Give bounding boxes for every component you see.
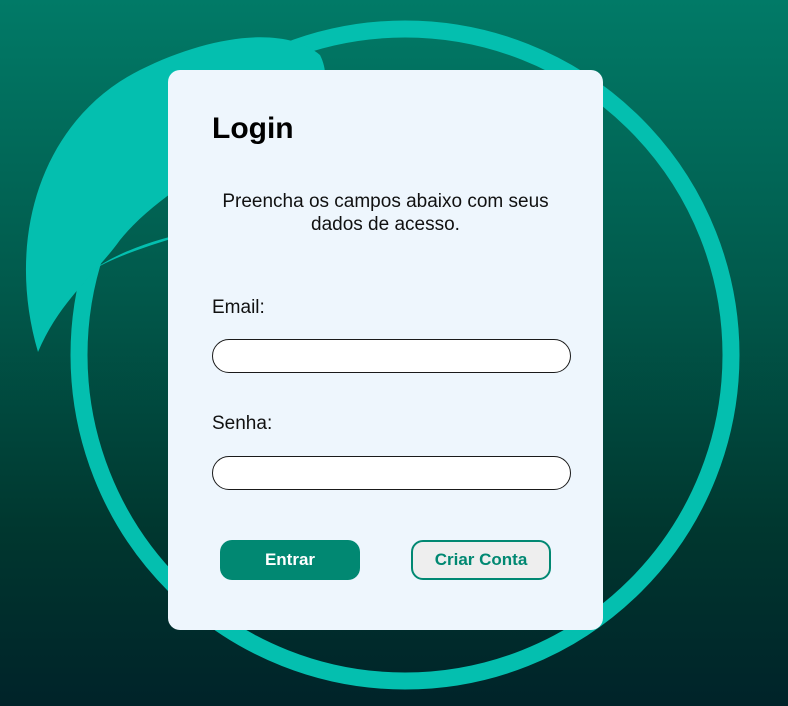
page-title: Login	[212, 112, 294, 145]
email-field[interactable]	[212, 339, 571, 373]
password-label: Senha:	[212, 413, 273, 434]
login-card: Login Preencha os campos abaixo com seus…	[168, 70, 603, 630]
login-instructions: Preencha os campos abaixo com seus dados…	[222, 191, 549, 235]
login-button[interactable]: Entrar	[220, 540, 360, 580]
email-label: Email:	[212, 297, 265, 318]
create-account-button[interactable]: Criar Conta	[411, 540, 551, 580]
password-field[interactable]	[212, 456, 571, 490]
